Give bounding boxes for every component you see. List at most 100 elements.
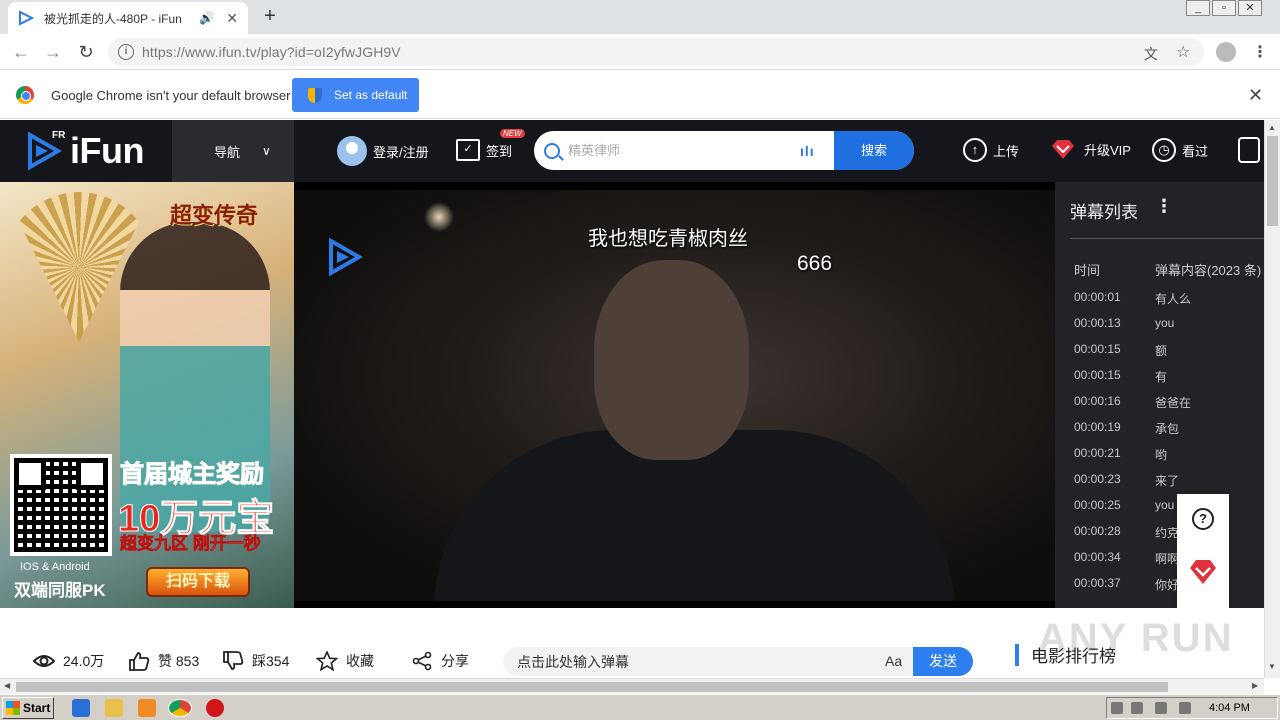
danmaku-list-row[interactable]: 00:00:28 约克 [1074, 524, 1264, 550]
new-badge: NEW [500, 129, 525, 138]
danmaku-list-row[interactable]: 00:00:15 有 [1074, 368, 1264, 394]
maximize-button[interactable]: ▫ [1212, 0, 1236, 16]
bookmark-star-icon[interactable]: ☆ [1176, 42, 1190, 62]
site-info-icon[interactable]: i [118, 44, 134, 60]
browser-toolbar: ← → ↻ i https://www.ifun.tv/play?id=oI2y… [0, 34, 1280, 70]
logo-name: iFun [70, 130, 144, 171]
dislike-count: 踩354 [252, 653, 290, 669]
danmaku-list-row[interactable]: 00:00:23 来了 [1074, 472, 1264, 498]
speaker-icon[interactable]: 🔊 [199, 11, 214, 25]
infobar-message: Google Chrome isn't your default browser [51, 88, 291, 103]
volume-icon[interactable] [1155, 702, 1167, 714]
danmaku-rows: 00:00:01 有人么 00:00:13 you 00:00:15 额 00:00:15 有… [1074, 290, 1264, 602]
qr-code [10, 454, 112, 556]
chrome-logo-icon [16, 86, 34, 104]
send-danmaku-button[interactable]: 发送 [913, 647, 973, 676]
reload-button[interactable]: ↻ [75, 41, 97, 63]
scroll-up-arrow-icon[interactable]: ▲ [1268, 123, 1276, 132]
horizontal-scroll-thumb[interactable] [16, 682, 1168, 692]
forward-button[interactable]: → [42, 41, 64, 63]
login-button[interactable]: 登录/注册 [337, 136, 429, 166]
video-person-face [594, 260, 749, 460]
favorite-button[interactable]: 收藏 [316, 651, 374, 671]
game-advertisement[interactable]: 超变传奇 首届城主奖励 10万元宝 超变九区 刚开一秒 IOS & Androi… [0, 182, 294, 608]
folder-icon[interactable] [105, 699, 123, 717]
danmaku-list-row[interactable]: 00:00:21 哟 [1074, 446, 1264, 472]
nav-menu-button[interactable]: 导航 ∨ [172, 120, 294, 182]
vip-button[interactable]: 升级VIP [1050, 138, 1131, 160]
danmaku-list-row[interactable]: 00:00:37 你好 [1074, 576, 1264, 602]
horizontal-scrollbar[interactable]: ◀ ▶ [0, 678, 1264, 694]
danmaku-content: you [1155, 498, 1175, 512]
set-default-button[interactable]: Set as default [292, 78, 419, 112]
message-icon[interactable] [1238, 137, 1260, 163]
danmaku-list-row[interactable]: 00:00:19 承包 [1074, 420, 1264, 446]
upload-button[interactable]: ↑ 上传 [963, 138, 1019, 162]
scroll-left-arrow-icon[interactable]: ◀ [4, 681, 10, 690]
more-options-icon[interactable]: ⋮ [1155, 196, 1173, 217]
tray-arrow-icon[interactable] [1111, 702, 1123, 714]
browser-tab[interactable]: 被光抓走的人-480P - iFun 🔊 ✕ [8, 2, 248, 34]
diamond-icon [1052, 140, 1074, 159]
vertical-scroll-thumb[interactable] [1267, 136, 1278, 226]
scroll-down-arrow-icon[interactable]: ▼ [1268, 662, 1276, 671]
url-text: https://www.ifun.tv/play?id=oI2yfwJGH9V [142, 44, 401, 60]
divider [1070, 238, 1264, 239]
danmaku-time: 00:00:13 [1074, 316, 1121, 330]
media-player-icon[interactable] [138, 699, 156, 717]
internet-explorer-icon[interactable] [72, 699, 90, 717]
history-button[interactable]: ◷ 看过 [1152, 138, 1208, 162]
danmaku-list-row[interactable]: 00:00:13 you [1074, 316, 1264, 342]
flag-icon[interactable] [1179, 702, 1191, 714]
video-player[interactable]: 我也想吃青椒肉丝 666 [294, 182, 1055, 608]
back-button[interactable]: ← [10, 41, 32, 63]
danmaku-list-row[interactable]: 00:00:01 有人么 [1074, 290, 1264, 316]
chrome-taskbar-icon[interactable] [168, 699, 192, 717]
minimize-button[interactable]: _ [1186, 0, 1210, 16]
help-icon[interactable]: ? [1192, 508, 1214, 530]
scroll-right-arrow-icon[interactable]: ▶ [1252, 681, 1258, 690]
video-action-bar: ANY RUN 24.0万 赞 853 踩354 收藏 分享 点击此处输入弹幕 … [0, 608, 1264, 678]
danmaku-list-row[interactable]: 00:00:15 额 [1074, 342, 1264, 368]
tab-close-icon[interactable]: ✕ [226, 10, 238, 27]
video-frame[interactable]: 我也想吃青椒肉丝 666 [294, 190, 1055, 601]
system-tray: 4:04 PM [1106, 697, 1278, 719]
thumbs-down-icon [223, 651, 244, 670]
share-button[interactable]: 分享 [411, 651, 469, 671]
dislike-button[interactable]: 踩354 [222, 651, 289, 671]
player-watermark-logo-icon [329, 238, 362, 276]
translate-icon[interactable]: 文 [1144, 44, 1158, 64]
ifun-logo[interactable]: FR iFun [26, 130, 144, 172]
vertical-scrollbar[interactable]: ▲ ▼ [1264, 120, 1280, 678]
search-button[interactable]: 搜索 [834, 131, 914, 170]
danmaku-time: 00:00:23 [1074, 472, 1121, 486]
danmaku-list-row[interactable]: 00:00:25 you [1074, 498, 1264, 524]
close-window-button[interactable]: ✕ [1238, 0, 1262, 16]
search-input[interactable] [568, 143, 800, 158]
danmaku-content: 有人么 [1155, 292, 1192, 306]
site-header: FR iFun 导航 ∨ 登录/注册 ✓ 签到 NEW ılı 搜索 ↑ 上传 … [0, 120, 1264, 182]
like-button[interactable]: 赞 853 [128, 651, 199, 671]
ad-download-button[interactable]: 扫码下载 [146, 567, 250, 597]
search-icon [544, 142, 560, 159]
address-bar[interactable]: i https://www.ifun.tv/play?id=oI2yfwJGH9… [108, 38, 1204, 66]
favorite-label: 收藏 [346, 653, 374, 669]
profile-avatar[interactable] [1216, 42, 1236, 62]
danmaku-input[interactable] [517, 653, 877, 670]
danmaku-list-row[interactable]: 00:00:16 爸爸在 [1074, 394, 1264, 420]
new-tab-button[interactable]: + [258, 6, 282, 28]
network-icon[interactable] [1131, 702, 1143, 714]
vip-diamond-icon[interactable] [1188, 558, 1218, 586]
chrome-menu-icon[interactable]: ⋮ [1252, 42, 1268, 62]
nav-menu-label: 导航 [214, 144, 241, 160]
voice-search-icon[interactable]: ılı [800, 143, 815, 159]
ad-game-title: 超变传奇 [170, 203, 259, 229]
checkin-button[interactable]: ✓ 签到 NEW [456, 129, 525, 161]
danmaku-list-row[interactable]: 00:00:34 啊啊 [1074, 550, 1264, 576]
security-app-icon[interactable] [206, 699, 224, 717]
start-button[interactable]: Start [2, 697, 54, 719]
views-label: 24.0万 [63, 653, 105, 669]
infobar-close-icon[interactable]: ✕ [1248, 85, 1263, 106]
font-style-toggle[interactable]: Aa [885, 653, 902, 669]
danmaku-content: 爸爸在 [1155, 396, 1192, 410]
